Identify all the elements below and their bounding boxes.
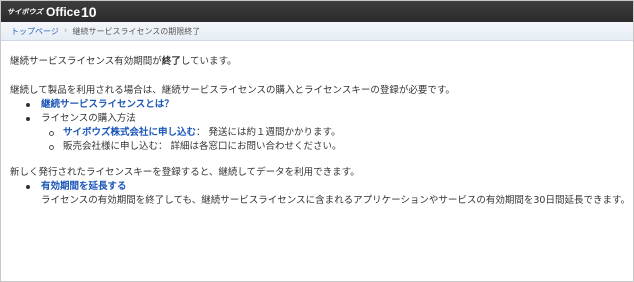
list-item: 販売会社様に申し込む： 詳細は各窓口にお問い合わせください。 bbox=[41, 140, 633, 154]
list-item: 有効期間を延長する ライセンスの有効期間を終了しても、継続サービスライセンスに含… bbox=[10, 180, 633, 208]
expiry-message: 継続サービスライセンス有効期間が終了しています。 bbox=[10, 55, 633, 69]
extend-period-link[interactable]: 有効期間を延長する bbox=[41, 181, 127, 192]
logo-maker: サイボウズ bbox=[7, 7, 43, 16]
what-is-license-link[interactable]: 継続サービスライセンスとは？ bbox=[41, 99, 174, 110]
purchase-method-label: ライセンスの購入方法 bbox=[41, 113, 136, 124]
continue-usage-note: 継続して製品を利用される場合は、継続サービスライセンスの購入とライセンスキーの登… bbox=[10, 85, 455, 96]
expiry-message-suffix: しています。 bbox=[180, 56, 237, 67]
breadcrumb-home-link[interactable]: トップページ bbox=[11, 26, 59, 37]
breadcrumb: トップページ › 継続サービスライセンスの期限終了 bbox=[1, 22, 633, 41]
license-info-list: 継続サービスライセンスとは？ ライセンスの購入方法 サイボウズ株式会社に申し込む… bbox=[10, 98, 633, 154]
expiry-message-prefix: 継続サービスライセンス有効期間が bbox=[10, 56, 162, 67]
extend-period-description: ライセンスの有効期間を終了しても、継続サービスライセンスに含まれるアプリケーショ… bbox=[41, 195, 631, 206]
page-frame: サイボウズ Office 10 トップページ › 継続サービスライセンスの期限終… bbox=[0, 0, 634, 282]
purchase-method-sublist: サイボウズ株式会社に申し込む： 発送には約１週間かかります。 販売会社様に申し込… bbox=[41, 126, 633, 154]
expiry-message-bold: 終了 bbox=[161, 56, 181, 67]
apply-reseller-note: 販売会社様に申し込む： 詳細は各窓口にお問い合わせください。 bbox=[63, 141, 342, 152]
logo-version: 10 bbox=[81, 3, 97, 20]
breadcrumb-separator-icon: › bbox=[63, 26, 68, 36]
list-item: 継続サービスライセンスとは？ bbox=[10, 98, 633, 112]
list-item: ライセンスの購入方法 サイボウズ株式会社に申し込む： 発送には約１週間かかります… bbox=[10, 112, 633, 154]
register-key-note: 新しく発行されたライセンスキーを登録すると、継続してデータを利用できます。 bbox=[10, 167, 360, 178]
app-header: サイボウズ Office 10 bbox=[1, 1, 633, 22]
extend-list: 有効期間を延長する ライセンスの有効期間を終了しても、継続サービスライセンスに含… bbox=[10, 180, 633, 208]
list-item: サイボウズ株式会社に申し込む： 発送には約１週間かかります。 bbox=[41, 126, 633, 140]
apply-cybozu-note: ： 発送には約１週間かかります。 bbox=[196, 127, 341, 138]
apply-cybozu-link[interactable]: サイボウズ株式会社に申し込む bbox=[63, 127, 196, 138]
main-content: 継続サービスライセンス有効期間が終了しています。 継続して製品を利用される場合は… bbox=[1, 55, 633, 208]
logo-product: Office bbox=[46, 4, 81, 19]
breadcrumb-current: 継続サービスライセンスの期限終了 bbox=[72, 26, 201, 36]
